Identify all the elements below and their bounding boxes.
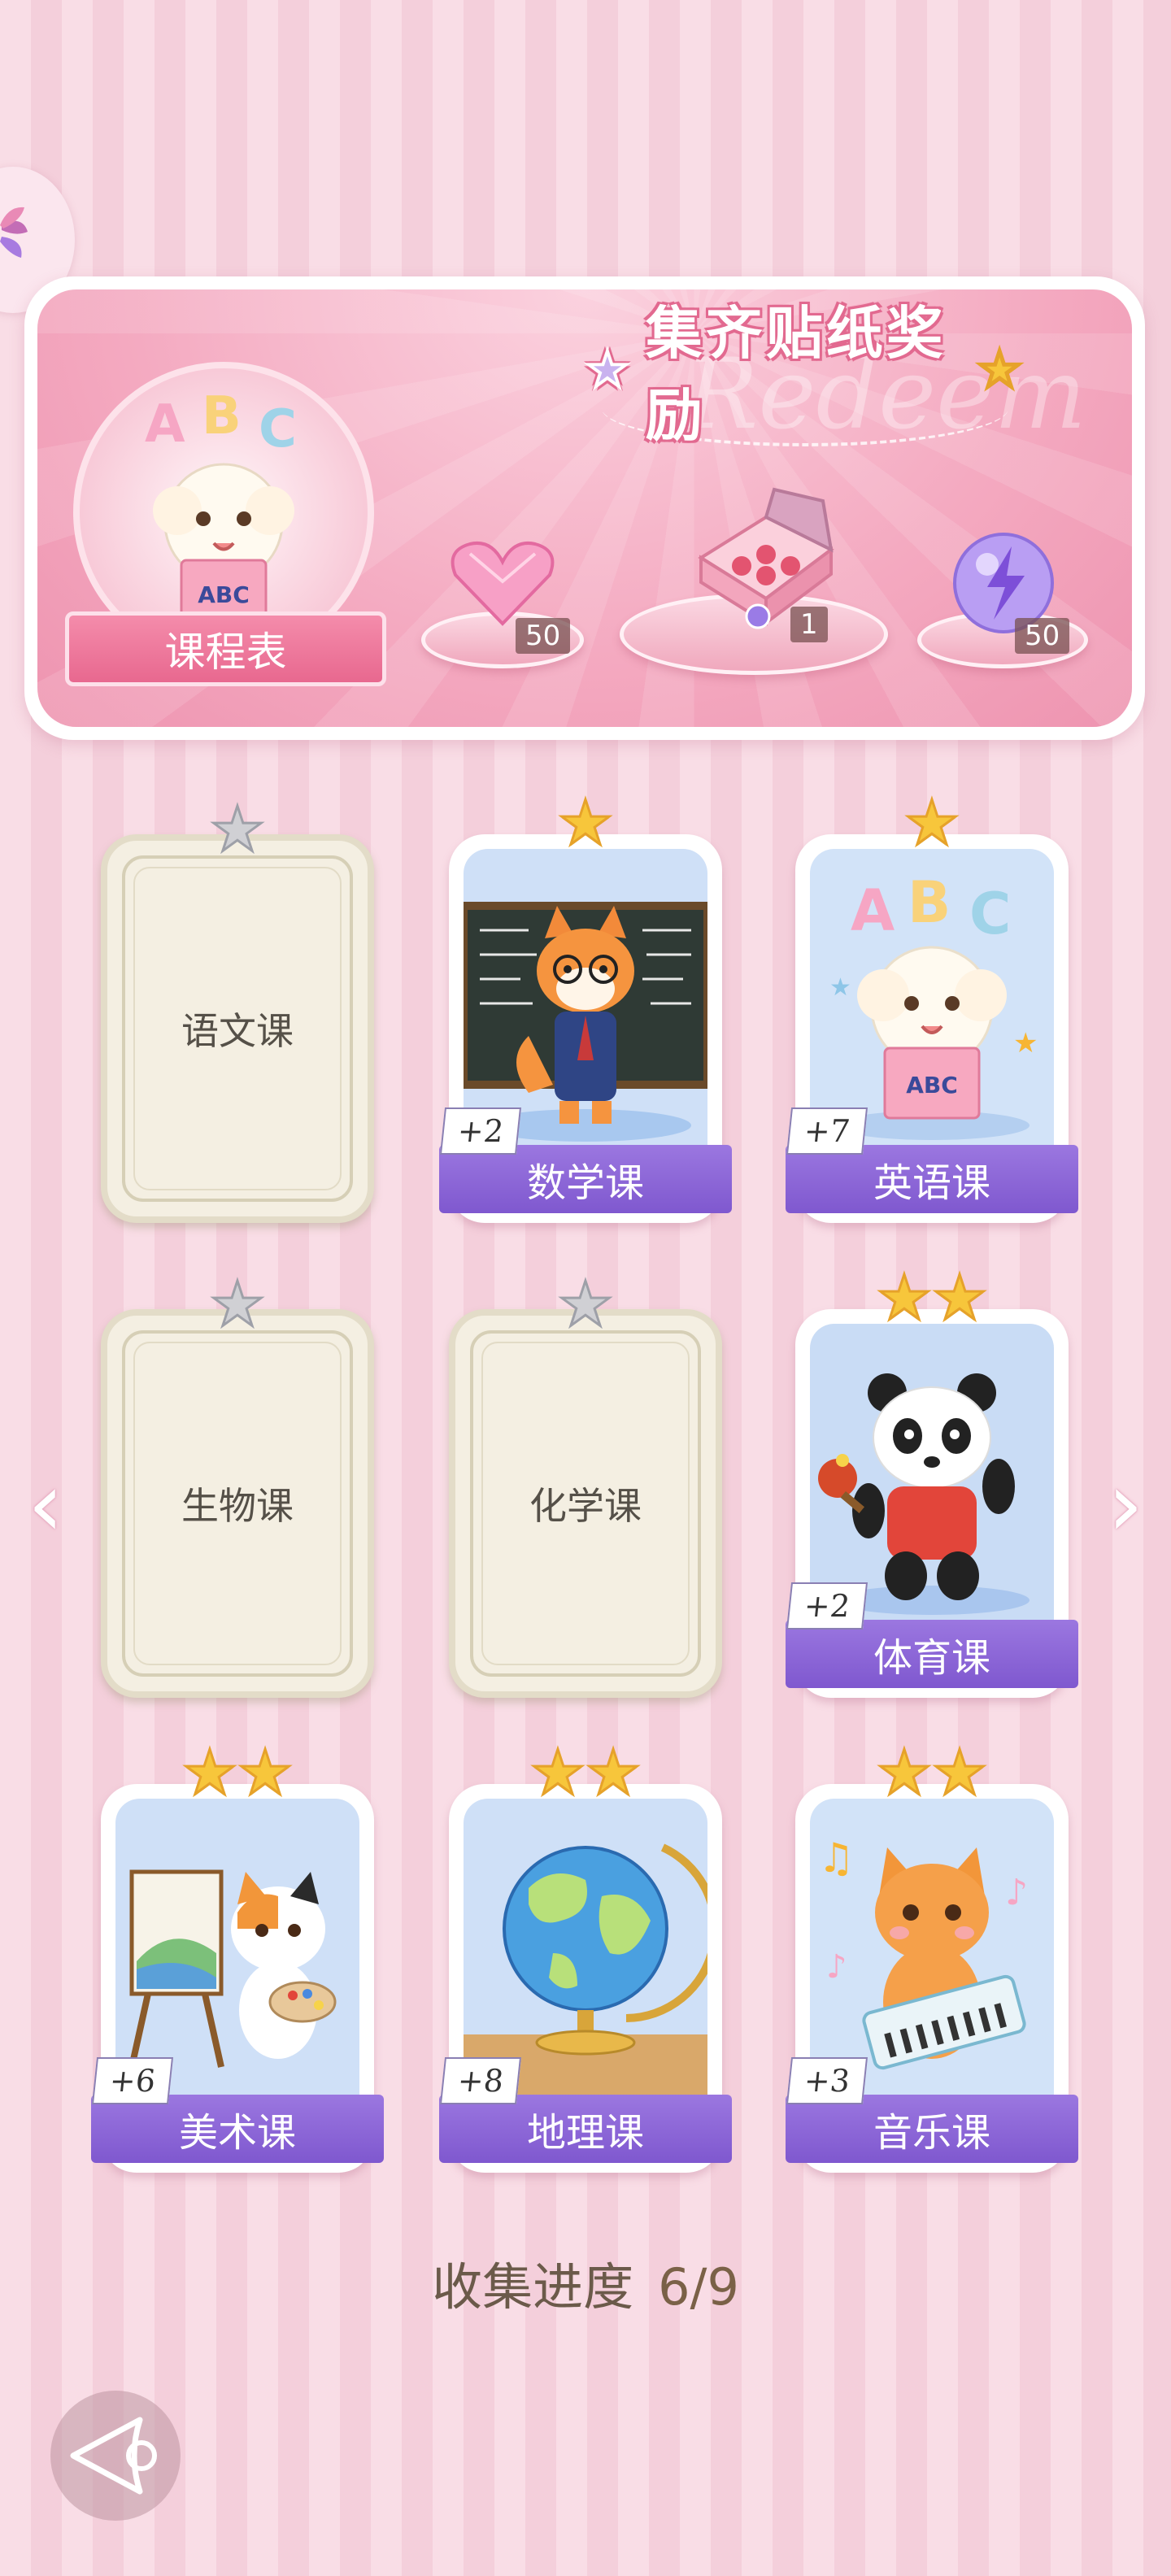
heart-gem-count: 50 — [516, 618, 571, 654]
course-card-math[interactable]: ★ 数学课 +2 — [439, 790, 732, 1223]
chevron-left-icon[interactable]: ‹ — [21, 1460, 70, 1549]
star-icon: ★ — [903, 786, 960, 859]
bonus-badge: +8 — [439, 2057, 522, 2104]
course-card-chinese[interactable]: ★ 语文课 — [101, 797, 374, 1223]
course-card-art[interactable]: ★ ★ 美术课 +6 — [91, 1740, 384, 2173]
course-name: 英语课 — [786, 1145, 1078, 1213]
course-name: 化学课 — [529, 1484, 642, 1528]
chevron-right-icon[interactable]: › — [1101, 1460, 1150, 1549]
star-icon: ★ — [875, 1261, 933, 1334]
schedule-label: 课程表 — [65, 611, 386, 686]
star-icon: ★ — [556, 786, 614, 859]
star-icon: ★ — [875, 1736, 933, 1808]
svg-text:A: A — [145, 394, 185, 455]
svg-text:B: B — [202, 386, 242, 446]
star-icon: ★ — [529, 1736, 586, 1808]
star-icon: ★ — [236, 1736, 294, 1808]
bonus-badge: +6 — [91, 2057, 174, 2104]
back-button[interactable] — [50, 2391, 181, 2521]
course-name: 生物课 — [181, 1484, 294, 1528]
lightning-orb-count: 50 — [1015, 618, 1070, 654]
svg-text:★: ★ — [1013, 1027, 1038, 1060]
course-name: 体育课 — [786, 1620, 1078, 1688]
star-rating: ★ ★ — [101, 1736, 374, 1808]
star-rating: ★ ★ — [795, 1261, 1069, 1334]
star-rating: ★ — [795, 786, 1069, 859]
svg-text:C: C — [259, 399, 297, 459]
star-icon: ★ — [930, 1261, 988, 1334]
bonus-badge: +7 — [786, 1107, 868, 1155]
course-name: 语文课 — [181, 1009, 294, 1053]
svg-text:B: B — [908, 869, 951, 936]
banner-title: ★ 集齐贴纸奖励 ★ — [585, 299, 1025, 449]
course-name: 地理课 — [439, 2095, 732, 2163]
star-icon: ★ — [584, 1736, 642, 1808]
svg-text:ABC: ABC — [198, 581, 250, 608]
course-card-biology[interactable]: ★ 生物课 — [101, 1272, 374, 1698]
banner-title-text: 集齐贴纸奖励 — [645, 299, 947, 449]
course-card-english[interactable]: ★ A B C ABC ★ ★ 英语课 +7 — [786, 790, 1078, 1223]
bonus-badge: +3 — [786, 2057, 868, 2104]
course-card-chemistry[interactable]: ★ 化学课 — [449, 1272, 722, 1698]
collection-progress: 收集进度 6/9 — [0, 2246, 1171, 2319]
star-icon: ★ — [585, 342, 633, 398]
progress-label: 收集进度 — [432, 2257, 634, 2317]
star-rating: ★ ★ — [795, 1736, 1069, 1808]
bonus-badge: +2 — [439, 1107, 522, 1155]
back-arrow-icon — [70, 2417, 157, 2495]
svg-text:♪: ♪ — [826, 1948, 847, 1986]
gift-box-count: 1 — [790, 607, 828, 642]
course-name: 美术课 — [91, 2095, 384, 2163]
svg-text:A: A — [851, 877, 895, 944]
svg-text:ABC: ABC — [906, 1072, 958, 1099]
course-name: 数学课 — [439, 1145, 732, 1213]
course-card-music[interactable]: ★ ★ ♫ ♪ ♪ 音乐课 +3 — [786, 1740, 1078, 2173]
svg-text:C: C — [969, 881, 1011, 947]
course-card-geography[interactable]: ★ ★ 地理课 +8 — [439, 1740, 732, 2173]
star-icon: ★ — [930, 1736, 988, 1808]
course-card-pe[interactable]: ★ ★ 体育课 +2 — [786, 1265, 1078, 1698]
svg-text:♪: ♪ — [1005, 1872, 1028, 1913]
progress-value: 6/9 — [658, 2257, 739, 2317]
bonus-badge: +2 — [786, 1582, 868, 1630]
star-rating: ★ — [449, 786, 722, 859]
course-name: 音乐课 — [786, 2095, 1078, 2163]
svg-text:♫: ♫ — [818, 1834, 855, 1882]
star-rating: ★ ★ — [449, 1736, 722, 1808]
svg-text:★: ★ — [829, 973, 851, 1002]
heart-gem-icon[interactable] — [446, 533, 559, 630]
star-icon: ★ — [181, 1736, 238, 1808]
star-icon: ★ — [977, 342, 1025, 398]
